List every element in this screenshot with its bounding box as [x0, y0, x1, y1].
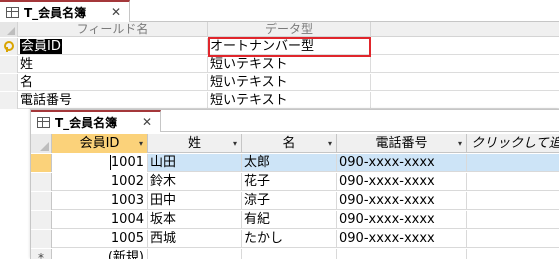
record-selector[interactable]: [31, 154, 52, 172]
field-row-mei[interactable]: 名 短いテキスト: [0, 74, 559, 91]
row-selector[interactable]: [0, 56, 18, 73]
field-name-cell[interactable]: 会員ID: [18, 38, 208, 55]
member-id-cell[interactable]: 1003: [52, 192, 148, 210]
row-selector[interactable]: [0, 92, 18, 109]
table-icon: [6, 6, 19, 18]
sei-cell[interactable]: [148, 249, 242, 259]
new-record-marker[interactable]: *: [31, 249, 52, 259]
phone-cell[interactable]: 090-xxxx-xxxx: [337, 211, 467, 229]
field-row-phone[interactable]: 電話番号 短いテキスト: [0, 92, 559, 109]
dropdown-arrow-icon[interactable]: ▾: [233, 134, 237, 153]
column-header-sei[interactable]: 姓 ▾: [148, 134, 242, 153]
sei-cell[interactable]: 坂本: [148, 211, 242, 229]
row-selector[interactable]: [0, 74, 18, 91]
column-header-label: 会員ID: [79, 136, 120, 151]
design-grid-header: フィールド名 データ型: [0, 22, 559, 37]
member-id-cell[interactable]: 1001: [52, 154, 148, 172]
dropdown-arrow-icon[interactable]: ▾: [139, 134, 143, 153]
datasheet-tab-title: T_会員名簿: [55, 115, 118, 130]
record-selector[interactable]: [31, 230, 52, 248]
member-id-cell[interactable]: 1002: [52, 173, 148, 191]
data-type-cell[interactable]: 短いテキスト: [208, 74, 371, 91]
column-header-label: 名: [282, 136, 296, 151]
field-name-text: 会員ID: [20, 39, 62, 54]
dropdown-arrow-icon[interactable]: ▾: [458, 134, 462, 153]
mei-cell[interactable]: 花子: [242, 173, 337, 191]
mei-cell[interactable]: 太郎: [242, 154, 337, 172]
mei-cell[interactable]: たかし: [242, 230, 337, 248]
field-name-cell[interactable]: 名: [18, 74, 208, 91]
autonumber-highlight-box: [208, 37, 371, 57]
column-header-label: 姓: [187, 136, 201, 151]
column-header-mei[interactable]: 名 ▾: [242, 134, 337, 153]
data-type-cell[interactable]: 短いテキスト: [208, 56, 371, 73]
mei-cell[interactable]: [242, 249, 337, 259]
sei-cell[interactable]: 鈴木: [148, 173, 242, 191]
column-header-label: 電話番号: [375, 136, 428, 151]
click-to-add-column[interactable]: クリックして追加: [467, 134, 559, 153]
design-document-tab[interactable]: T_会員名簿 ✕: [0, 0, 130, 22]
data-type-header: データ型: [208, 22, 371, 37]
phone-cell[interactable]: 090-xxxx-xxxx: [337, 154, 467, 172]
datasheet-view-window: T_会員名簿 ✕ 会員ID ▾ 姓 ▾ 名 ▾ 電話番号 ▾ クリックして追加: [30, 109, 559, 259]
dropdown-arrow-icon[interactable]: ▾: [328, 134, 332, 153]
table-row[interactable]: 1005 西城 たかし 090-xxxx-xxxx: [31, 230, 559, 248]
datasheet-header: 会員ID ▾ 姓 ▾ 名 ▾ 電話番号 ▾ クリックして追加: [31, 134, 559, 153]
datasheet-document-tab[interactable]: T_会員名簿 ✕: [31, 110, 161, 132]
empty-cell[interactable]: [467, 192, 559, 210]
sei-cell[interactable]: 西城: [148, 230, 242, 248]
datasheet-tabstrip: T_会員名簿 ✕: [31, 110, 559, 132]
table-row[interactable]: 1001 山田 太郎 090-xxxx-xxxx: [31, 154, 559, 172]
empty-cell[interactable]: [467, 211, 559, 229]
close-icon[interactable]: ✕: [109, 5, 123, 19]
table-row[interactable]: 1002 鈴木 花子 090-xxxx-xxxx: [31, 173, 559, 191]
field-name-cell[interactable]: 姓: [18, 56, 208, 73]
sei-cell[interactable]: 山田: [148, 154, 242, 172]
select-all-corner[interactable]: [31, 134, 52, 153]
empty-cell[interactable]: [467, 249, 559, 259]
empty-cell[interactable]: [467, 173, 559, 191]
phone-cell[interactable]: [337, 249, 467, 259]
empty-cell[interactable]: [467, 230, 559, 248]
field-name-cell[interactable]: 電話番号: [18, 92, 208, 109]
data-type-cell[interactable]: 短いテキスト: [208, 92, 371, 109]
member-id-value: 1001: [109, 155, 144, 170]
design-tabstrip: T_会員名簿 ✕: [0, 0, 559, 22]
field-name-header: フィールド名: [18, 22, 208, 37]
table-row[interactable]: 1004 坂本 有紀 090-xxxx-xxxx: [31, 211, 559, 229]
phone-cell[interactable]: 090-xxxx-xxxx: [337, 192, 467, 210]
record-selector[interactable]: [31, 192, 52, 210]
table-icon: [37, 116, 50, 128]
new-record-row[interactable]: * (新規): [31, 249, 559, 259]
primary-key-icon: [3, 41, 14, 52]
record-selector[interactable]: [31, 173, 52, 191]
field-row-sei[interactable]: 姓 短いテキスト: [0, 56, 559, 73]
phone-cell[interactable]: 090-xxxx-xxxx: [337, 230, 467, 248]
mei-cell[interactable]: 有紀: [242, 211, 337, 229]
member-id-cell[interactable]: 1004: [52, 211, 148, 229]
record-selector[interactable]: [31, 211, 52, 229]
member-id-cell[interactable]: 1005: [52, 230, 148, 248]
new-record-label[interactable]: (新規): [52, 249, 148, 259]
row-selector[interactable]: [0, 38, 18, 55]
design-tab-title: T_会員名簿: [24, 5, 87, 20]
design-grid-corner[interactable]: [0, 22, 18, 37]
mei-cell[interactable]: 涼子: [242, 192, 337, 210]
phone-cell[interactable]: 090-xxxx-xxxx: [337, 173, 467, 191]
table-row[interactable]: 1003 田中 涼子 090-xxxx-xxxx: [31, 192, 559, 210]
column-header-phone[interactable]: 電話番号 ▾: [337, 134, 467, 153]
column-header-member-id[interactable]: 会員ID ▾: [52, 134, 148, 153]
close-icon[interactable]: ✕: [140, 115, 154, 129]
sei-cell[interactable]: 田中: [148, 192, 242, 210]
empty-cell[interactable]: [467, 154, 559, 172]
